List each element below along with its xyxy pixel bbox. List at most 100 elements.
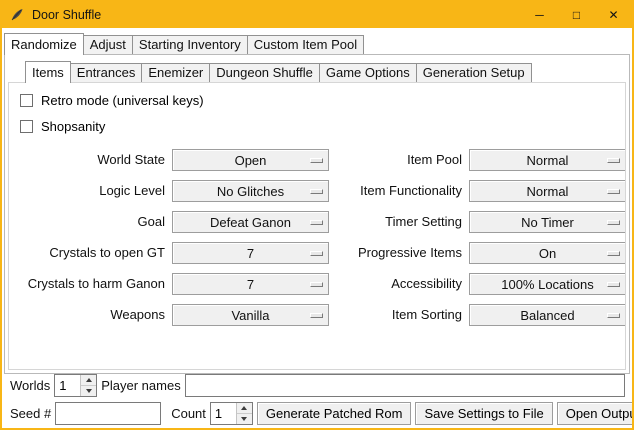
- save-settings-button[interactable]: Save Settings to File: [415, 402, 552, 425]
- titlebar[interactable]: Door Shuffle ─ □ ✕: [2, 2, 632, 28]
- items-pane: Retro mode (universal keys) Shopsanity W…: [8, 82, 626, 370]
- item-sorting-label: Item Sorting: [336, 304, 462, 326]
- dropdown-value: Balanced: [520, 308, 574, 323]
- window-controls: ─ □ ✕: [521, 2, 632, 28]
- top-tab-bar: Randomize Adjust Starting Inventory Cust…: [2, 33, 632, 54]
- accessibility-label: Accessibility: [336, 273, 462, 295]
- tab-dungeon-shuffle[interactable]: Dungeon Shuffle: [209, 63, 320, 82]
- retro-mode-checkbox[interactable]: Retro mode (universal keys): [20, 92, 625, 109]
- dropdown-indicator-icon: [310, 189, 323, 194]
- dropdown-indicator-icon: [310, 282, 323, 287]
- worlds-label: Worlds: [10, 378, 50, 393]
- spinner-arrows: [236, 403, 252, 424]
- dropdown-value: Vanilla: [231, 308, 269, 323]
- count-label: Count: [171, 406, 206, 421]
- count-value: 1: [211, 403, 236, 424]
- world-state-label: World State: [15, 149, 165, 171]
- item-functionality-label: Item Functionality: [336, 180, 462, 202]
- dropdown-value: No Timer: [521, 215, 574, 230]
- dropdown-value: 7: [247, 246, 254, 261]
- crystals-harm-ganon-label: Crystals to harm Ganon: [15, 273, 165, 295]
- door-shuffle-window: Door Shuffle ─ □ ✕ Randomize Adjust Star…: [0, 0, 634, 430]
- dropdown-indicator-icon: [607, 158, 620, 163]
- tab-enemizer[interactable]: Enemizer: [141, 63, 210, 82]
- tab-items[interactable]: Items: [25, 61, 71, 83]
- timer-setting-dropdown[interactable]: No Timer: [469, 211, 626, 233]
- spin-up-icon[interactable]: [81, 375, 96, 386]
- crystals-harm-ganon-dropdown[interactable]: 7: [172, 273, 329, 295]
- tab-adjust[interactable]: Adjust: [83, 35, 133, 54]
- dropdown-value: Open: [235, 153, 267, 168]
- tab-entrances[interactable]: Entrances: [70, 63, 143, 82]
- shopsanity-label: Shopsanity: [41, 119, 105, 134]
- tab-custom-item-pool[interactable]: Custom Item Pool: [247, 35, 364, 54]
- progressive-items-label: Progressive Items: [336, 242, 462, 264]
- item-sorting-dropdown[interactable]: Balanced: [469, 304, 626, 326]
- dropdown-value: No Glitches: [217, 184, 284, 199]
- weapons-dropdown[interactable]: Vanilla: [172, 304, 329, 326]
- crystals-open-gt-label: Crystals to open GT: [15, 242, 165, 264]
- seed-label: Seed #: [10, 406, 51, 421]
- generate-patched-rom-button[interactable]: Generate Patched Rom: [257, 402, 412, 425]
- tab-generation-setup[interactable]: Generation Setup: [416, 63, 532, 82]
- tab-randomize[interactable]: Randomize: [4, 33, 84, 55]
- progressive-items-dropdown[interactable]: On: [469, 242, 626, 264]
- tab-starting-inventory[interactable]: Starting Inventory: [132, 35, 248, 54]
- dropdown-indicator-icon: [310, 251, 323, 256]
- goal-dropdown[interactable]: Defeat Ganon: [172, 211, 329, 233]
- dropdown-value: 7: [247, 277, 254, 292]
- close-button[interactable]: ✕: [595, 2, 632, 28]
- worlds-row: Worlds 1 Player names: [10, 374, 625, 397]
- sub-tab-bar-wrap: Items Entrances Enemizer Dungeon Shuffle…: [5, 55, 629, 82]
- dropdown-value: Defeat Ganon: [210, 215, 291, 230]
- dropdown-indicator-icon: [310, 220, 323, 225]
- dropdown-indicator-icon: [310, 313, 323, 318]
- item-pool-label: Item Pool: [336, 149, 462, 171]
- options-grid: World State Open Item Pool Normal Logic …: [15, 149, 625, 326]
- app-icon: [9, 7, 25, 23]
- dropdown-value: 100% Locations: [501, 277, 594, 292]
- worlds-value: 1: [55, 375, 80, 396]
- crystals-open-gt-dropdown[interactable]: 7: [172, 242, 329, 264]
- window-content: Randomize Adjust Starting Inventory Cust…: [2, 28, 632, 428]
- maximize-button[interactable]: □: [558, 2, 595, 28]
- minimize-button[interactable]: ─: [521, 2, 558, 28]
- logic-level-label: Logic Level: [15, 180, 165, 202]
- count-spinbox[interactable]: 1: [210, 402, 253, 425]
- sub-tab-bar: Items Entrances Enemizer Dungeon Shuffle…: [25, 60, 629, 82]
- seed-row: Seed # Count 1 Generate Patched Rom Save…: [10, 402, 625, 425]
- dropdown-value: Normal: [527, 153, 569, 168]
- item-pool-dropdown[interactable]: Normal: [469, 149, 626, 171]
- spin-up-icon[interactable]: [237, 403, 252, 414]
- seed-input[interactable]: [55, 402, 161, 425]
- randomize-pane: Items Entrances Enemizer Dungeon Shuffle…: [4, 54, 630, 374]
- spinner-arrows: [80, 375, 96, 396]
- open-output-directory-button[interactable]: Open Output Directory: [557, 402, 634, 425]
- spin-down-icon[interactable]: [81, 386, 96, 396]
- dropdown-indicator-icon: [310, 158, 323, 163]
- shopsanity-checkbox[interactable]: Shopsanity: [20, 118, 625, 135]
- dropdown-indicator-icon: [607, 313, 620, 318]
- worlds-spinbox[interactable]: 1: [54, 374, 97, 397]
- checkbox-icon: [20, 94, 33, 107]
- bottom-bar: Worlds 1 Player names Seed # Count 1: [2, 374, 632, 430]
- dropdown-indicator-icon: [607, 282, 620, 287]
- window-title: Door Shuffle: [32, 8, 101, 22]
- weapons-label: Weapons: [15, 304, 165, 326]
- item-functionality-dropdown[interactable]: Normal: [469, 180, 626, 202]
- goal-label: Goal: [15, 211, 165, 233]
- spin-down-icon[interactable]: [237, 414, 252, 424]
- player-names-label: Player names: [101, 378, 180, 393]
- dropdown-value: Normal: [527, 184, 569, 199]
- timer-setting-label: Timer Setting: [336, 211, 462, 233]
- tab-game-options[interactable]: Game Options: [319, 63, 417, 82]
- dropdown-indicator-icon: [607, 189, 620, 194]
- logic-level-dropdown[interactable]: No Glitches: [172, 180, 329, 202]
- retro-mode-label: Retro mode (universal keys): [41, 93, 204, 108]
- accessibility-dropdown[interactable]: 100% Locations: [469, 273, 626, 295]
- dropdown-value: On: [539, 246, 556, 261]
- dropdown-indicator-icon: [607, 220, 620, 225]
- world-state-dropdown[interactable]: Open: [172, 149, 329, 171]
- checkbox-icon: [20, 120, 33, 133]
- player-names-input[interactable]: [185, 374, 625, 397]
